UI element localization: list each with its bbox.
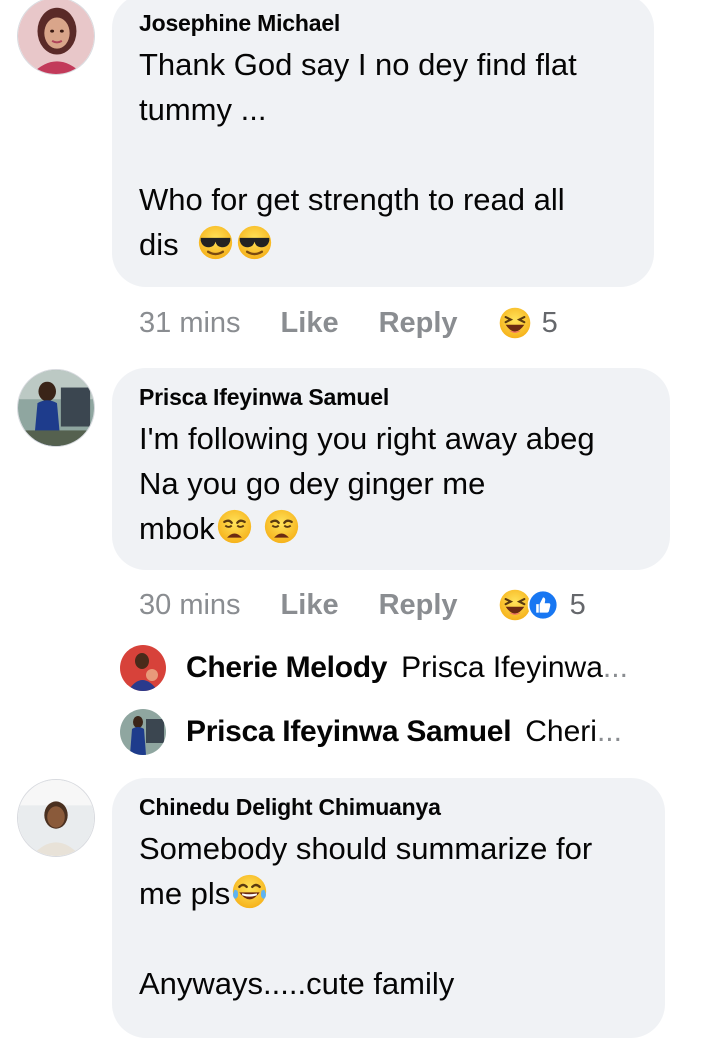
- comment-line: Thank God say I no dey find flat: [139, 47, 577, 82]
- like-button[interactable]: Like: [281, 589, 339, 622]
- reply-ellipsis: ...: [602, 651, 628, 684]
- comment-meta: 30 mins Like Reply 5: [139, 585, 586, 625]
- comment-line: Somebody should summarize for: [139, 831, 593, 866]
- comment-line: I'm following you right away abeg: [139, 421, 595, 456]
- reactions-summary[interactable]: 5: [498, 306, 558, 340]
- reply-author[interactable]: Cherie Melody: [186, 651, 387, 685]
- comment-line: me pls: [139, 871, 639, 916]
- comment-author[interactable]: Josephine Michael: [139, 8, 628, 38]
- reply-author[interactable]: Prisca Ifeyinwa Samuel: [186, 715, 512, 749]
- avatar-cherie[interactable]: [120, 645, 166, 691]
- comment-bubble[interactable]: Chinedu Delight Chimuanya Somebody shoul…: [112, 778, 665, 1038]
- avatar-chinedu[interactable]: [17, 779, 95, 857]
- comment-author[interactable]: Prisca Ifeyinwa Samuel: [139, 382, 644, 412]
- comment-text: I'm following you right away abeg Na you…: [139, 416, 644, 551]
- comment-time[interactable]: 31 mins: [139, 307, 241, 340]
- like-button[interactable]: Like: [281, 307, 339, 340]
- avatar-josephine[interactable]: [17, 0, 95, 75]
- reply-ellipsis: ...: [596, 715, 622, 748]
- weary-face-icon: [216, 508, 253, 545]
- comment-line-text: dis: [139, 227, 179, 262]
- reply-preview[interactable]: Cherie Melody Prisca Ifeyinwa...: [120, 644, 628, 692]
- comment-line-text: mbok: [139, 511, 215, 546]
- comment-text: Thank God say I no dey find flat tummy .…: [139, 42, 628, 267]
- sunglasses-face-icon: [197, 224, 234, 261]
- comment-text: Somebody should summarize for me pls Any…: [139, 826, 639, 1006]
- laughing-icon: [498, 306, 532, 340]
- reaction-count: 5: [541, 306, 558, 339]
- comment-line-text: me pls: [139, 876, 231, 911]
- reply-preview[interactable]: Prisca Ifeyinwa Samuel Cheri...: [120, 708, 622, 756]
- comment-bubble[interactable]: Josephine Michael Thank God say I no dey…: [112, 0, 654, 287]
- reactions-summary[interactable]: 5: [498, 588, 586, 622]
- comment-line: tummy ...: [139, 92, 267, 127]
- avatar-prisca-small[interactable]: [120, 709, 166, 755]
- comment-line: Who for get strength to read all: [139, 182, 565, 217]
- comment-time[interactable]: 30 mins: [139, 589, 241, 622]
- reply-button[interactable]: Reply: [379, 307, 458, 340]
- comment-meta: 31 mins Like Reply 5: [139, 303, 558, 343]
- comment-line: Anyways.....cute family: [139, 966, 455, 1001]
- comment-author[interactable]: Chinedu Delight Chimuanya: [139, 792, 639, 822]
- reply-snippet: Cheri: [525, 715, 597, 748]
- avatar-prisca[interactable]: [17, 369, 95, 447]
- comment-line: dis: [139, 222, 628, 267]
- thumbs-up-icon: [526, 588, 560, 622]
- comment-bubble[interactable]: Prisca Ifeyinwa Samuel I'm following you…: [112, 368, 670, 570]
- reply-snippet: Prisca Ifeyinwa: [401, 651, 603, 684]
- reply-button[interactable]: Reply: [379, 589, 458, 622]
- tears-of-joy-icon: [231, 873, 268, 910]
- sunglasses-face-icon: [236, 224, 273, 261]
- comment-line: Na you go dey ginger me: [139, 466, 486, 501]
- comment-line: mbok: [139, 506, 644, 551]
- weary-face-icon: [263, 508, 300, 545]
- reaction-count: 5: [569, 588, 586, 621]
